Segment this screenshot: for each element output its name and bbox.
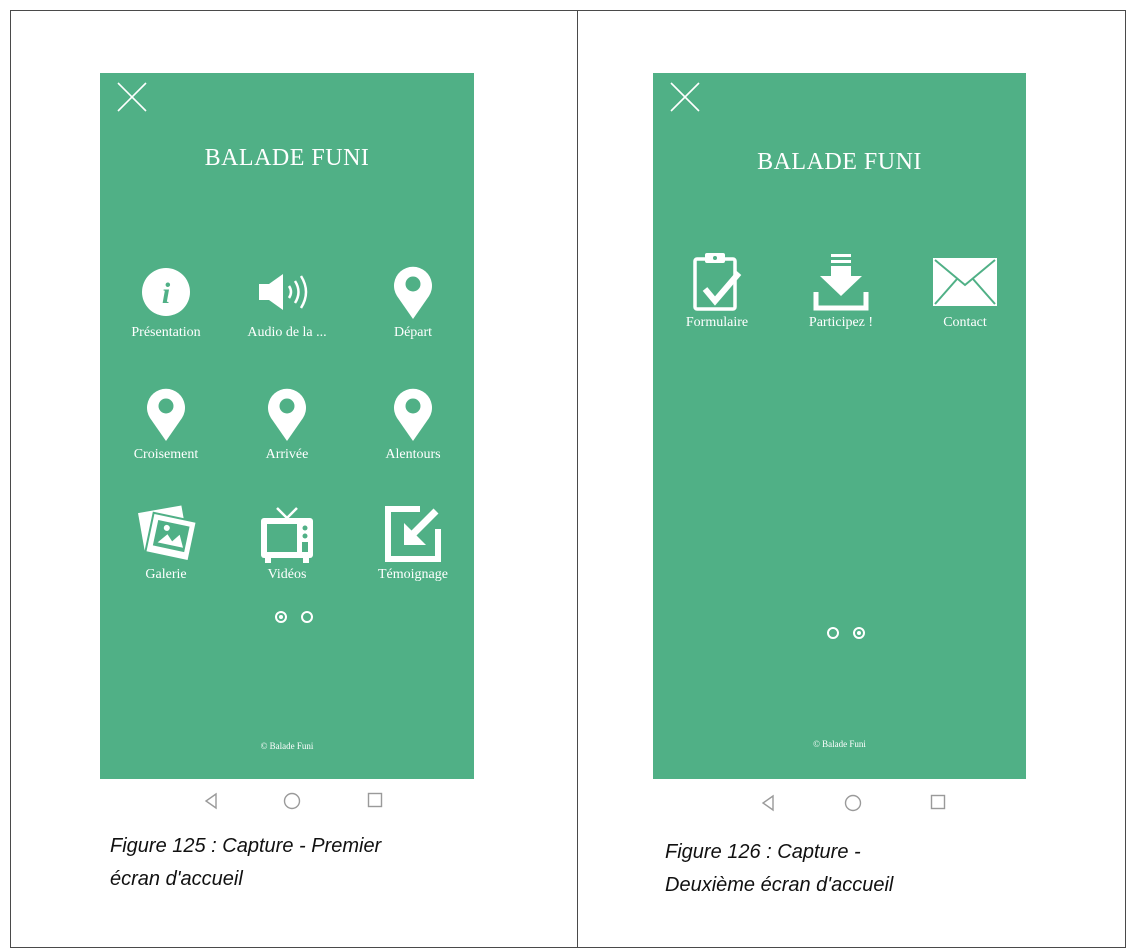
map-pin-icon: [351, 383, 475, 445]
tile-contact[interactable]: Contact: [903, 251, 1027, 351]
page-dot-active[interactable]: [275, 611, 287, 623]
app-title: BALADE FUNI: [204, 145, 370, 171]
table-divider: [577, 10, 578, 948]
close-icon[interactable]: [667, 79, 703, 115]
tile-label: Galerie: [145, 567, 187, 582]
tile-formulaire[interactable]: Formulaire: [655, 251, 779, 351]
tile-label: Arrivée: [265, 447, 309, 462]
map-pin-icon: [351, 261, 475, 323]
caption-line: Figure 125 : Capture - Premier: [110, 835, 382, 857]
download-icon: [779, 251, 903, 313]
copyright: © Balade Funi: [813, 739, 866, 749]
figure-caption: Figure 125 : Capture - Premier écran d'a…: [110, 830, 381, 896]
tile-label: Vidéos: [267, 567, 307, 582]
home-icon[interactable]: [844, 794, 862, 817]
tile-label: Contact: [943, 315, 987, 330]
home-icon[interactable]: [283, 792, 301, 815]
tile-label: Alentours: [385, 447, 441, 462]
tile-temoignage[interactable]: Témoignage: [351, 503, 475, 603]
recents-icon[interactable]: [367, 792, 383, 813]
info-icon: i: [104, 261, 228, 323]
tile-label: Témoignage: [378, 567, 448, 582]
edit-arrow-icon: [351, 503, 475, 565]
tv-icon: [225, 503, 349, 565]
tile-label: Présentation: [131, 325, 201, 340]
tile-croisement[interactable]: Croisement: [104, 383, 228, 483]
tile-depart[interactable]: Départ: [351, 261, 475, 361]
page-dot[interactable]: [301, 611, 313, 623]
tile-presentation[interactable]: i Présentation: [104, 261, 228, 361]
envelope-icon: [903, 251, 1027, 313]
photos-icon: [104, 503, 228, 565]
tile-arrivee[interactable]: Arrivée: [225, 383, 349, 483]
caption-line: Deuxième écran d'accueil: [665, 874, 894, 896]
tile-label: Départ: [393, 325, 433, 340]
tile-label: Formulaire: [685, 315, 749, 330]
figure-caption: Figure 126 : Capture - Deuxième écran d'…: [665, 836, 893, 902]
close-icon[interactable]: [114, 79, 150, 115]
back-icon[interactable]: [760, 794, 776, 817]
tile-label: Audio de la ...: [247, 325, 327, 340]
tile-audio[interactable]: Audio de la ...: [225, 261, 349, 361]
caption-line: écran d'accueil: [110, 868, 243, 890]
home-screen-2: BALADE FUNI Formulaire Participez ! Cont…: [653, 73, 1026, 779]
recents-icon[interactable]: [930, 794, 946, 815]
caption-line: Figure 126 : Capture -: [665, 841, 861, 863]
svg-text:i: i: [162, 277, 171, 310]
page-indicator: [275, 611, 313, 623]
page-dot[interactable]: [827, 627, 839, 639]
home-screen-1: BALADE FUNI i Présentation Audio de la .…: [100, 73, 474, 779]
tile-label: Croisement: [133, 447, 199, 462]
back-icon[interactable]: [203, 792, 219, 815]
page-dot-active[interactable]: [853, 627, 865, 639]
tile-videos[interactable]: Vidéos: [225, 503, 349, 603]
tile-galerie[interactable]: Galerie: [104, 503, 228, 603]
clipboard-check-icon: [655, 251, 779, 313]
copyright: © Balade Funi: [260, 741, 314, 751]
speaker-icon: [225, 261, 349, 323]
map-pin-icon: [225, 383, 349, 445]
app-title: BALADE FUNI: [757, 149, 922, 175]
android-nav-bar: [760, 794, 946, 817]
tile-alentours[interactable]: Alentours: [351, 383, 475, 483]
tile-participez[interactable]: Participez !: [779, 251, 903, 351]
tile-label: Participez !: [808, 315, 874, 330]
map-pin-icon: [104, 383, 228, 445]
android-nav-bar: [203, 792, 383, 812]
page-indicator: [827, 627, 865, 639]
